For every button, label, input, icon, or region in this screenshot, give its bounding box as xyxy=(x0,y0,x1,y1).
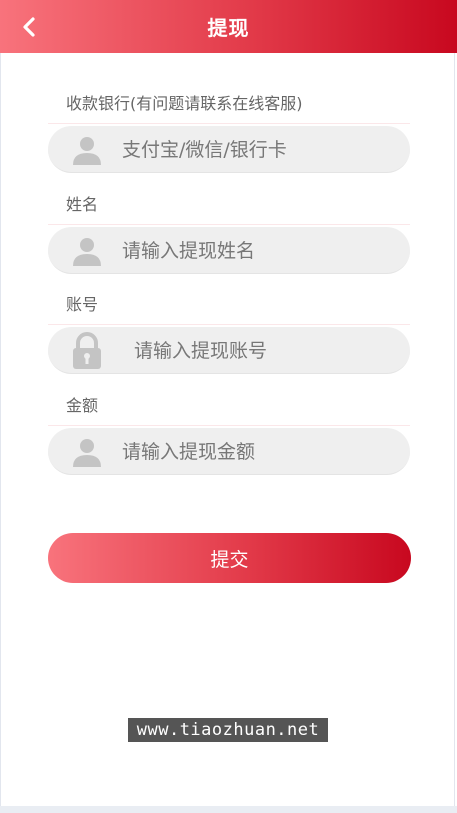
name-field[interactable] xyxy=(48,227,410,275)
user-icon xyxy=(70,435,104,469)
bank-label: 收款银行(有问题请联系在线客服) xyxy=(66,94,303,113)
watermark: www.tiaozhuan.net xyxy=(128,718,328,742)
divider xyxy=(48,324,410,325)
account-field[interactable] xyxy=(48,327,416,375)
bank-input[interactable] xyxy=(120,126,404,174)
user-icon xyxy=(70,133,104,167)
amount-label: 金额 xyxy=(66,396,99,415)
user-icon xyxy=(70,234,104,268)
submit-button[interactable]: 提交 xyxy=(48,533,411,583)
amount-field[interactable] xyxy=(48,428,410,476)
name-input[interactable] xyxy=(120,227,404,275)
back-button[interactable] xyxy=(14,12,44,42)
account-label: 账号 xyxy=(66,295,99,314)
divider xyxy=(48,224,410,225)
account-input[interactable] xyxy=(132,327,416,375)
bottom-strip xyxy=(0,806,457,813)
page-title: 提现 xyxy=(207,16,250,40)
lock-icon xyxy=(70,332,104,369)
divider xyxy=(48,123,410,124)
chevron-left-icon xyxy=(23,17,35,37)
name-label: 姓名 xyxy=(66,195,99,214)
divider xyxy=(48,425,410,426)
bank-field[interactable] xyxy=(48,126,410,174)
amount-input[interactable] xyxy=(120,428,404,476)
header-bar: 提现 xyxy=(0,0,457,53)
